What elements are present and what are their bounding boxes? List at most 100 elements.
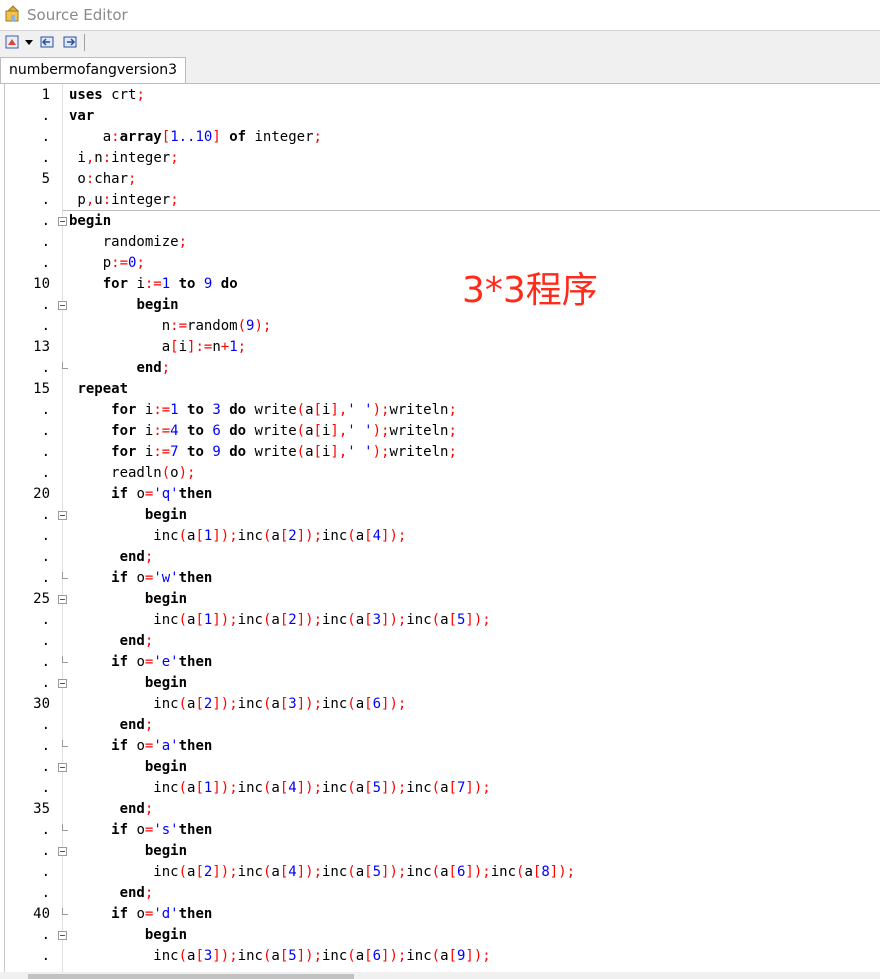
token-sym: [ — [364, 780, 373, 796]
token-var: a — [305, 444, 314, 460]
edit-icon[interactable] — [4, 34, 20, 50]
code-line[interactable]: . end; — [0, 547, 880, 568]
code-line[interactable]: . inc(a[1]);inc(a[2]);inc(a[4]); — [0, 526, 880, 547]
token-num: 3 — [288, 696, 297, 712]
token-sym: [ — [364, 948, 373, 964]
token-kw: begin — [136, 297, 179, 313]
token-var: o — [128, 654, 145, 670]
fold-toggle[interactable] — [58, 931, 67, 940]
token-kw: if — [111, 738, 129, 754]
token-var: o — [69, 171, 86, 187]
token-kw: do — [229, 423, 247, 439]
next-icon[interactable] — [62, 34, 78, 50]
horizontal-scroll-thumb[interactable] — [28, 974, 354, 979]
fold-toggle[interactable] — [58, 217, 67, 226]
code-line[interactable]: . readln(o); — [0, 463, 880, 484]
line-number: 13 — [33, 339, 50, 355]
code-line[interactable]: 1 uses crt; — [0, 85, 880, 106]
code-editor[interactable]: 1 uses crt;. var. a:array[1..10] of intege… — [0, 84, 880, 979]
code-line[interactable]: . begin — [0, 295, 880, 316]
fold-toggle[interactable] — [58, 595, 67, 604]
code-line[interactable]: . for i:=4 to 6 do write(a[i],' ');write… — [0, 421, 880, 442]
code-line[interactable]: 5 o:char; — [0, 169, 880, 190]
code-line[interactable]: . for i:=7 to 9 do write(a[i],' ');write… — [0, 442, 880, 463]
code-line[interactable]: 13 a[i]:=n+1; — [0, 337, 880, 358]
code-line[interactable]: . begin — [0, 925, 880, 946]
token-sym: ) — [372, 444, 382, 460]
fold-toggle[interactable] — [58, 301, 67, 310]
token-sym: ; — [229, 864, 238, 880]
fold-toggle[interactable] — [58, 511, 67, 520]
code-line[interactable]: . end; — [0, 883, 880, 904]
fold-toggle[interactable] — [58, 763, 67, 772]
tab-numbermofangversion3[interactable]: numbermofangversion3 — [0, 57, 187, 83]
code-line[interactable]: . i,n:integer; — [0, 148, 880, 169]
code-line[interactable]: . inc(a[1]);inc(a[4]);inc(a[5]);inc(a[7]… — [0, 778, 880, 799]
token-sym: ] — [330, 444, 339, 460]
code-text: end; — [69, 358, 170, 379]
token-sym: [ — [195, 864, 204, 880]
code-line[interactable]: . begin — [0, 211, 880, 232]
prev-icon[interactable] — [39, 34, 55, 50]
token-var: o — [128, 906, 145, 922]
token-sym: := — [153, 444, 171, 460]
dropdown-arrow-icon[interactable] — [23, 34, 35, 50]
code-line[interactable]: . begin — [0, 505, 880, 526]
code-line[interactable]: . for i:=1 to 3 do write(a[i],' ');write… — [0, 400, 880, 421]
app-icon — [5, 5, 20, 22]
token-sym: ) — [220, 612, 230, 628]
token-sym: [ — [279, 780, 289, 796]
token-kw: if — [111, 486, 129, 502]
fold-toggle[interactable] — [58, 679, 67, 688]
code-line[interactable]: . if o='a'then — [0, 736, 880, 757]
code-line[interactable]: 30 inc(a[2]);inc(a[3]);inc(a[6]); — [0, 694, 880, 715]
code-line[interactable]: . end; — [0, 358, 880, 379]
code-line[interactable]: . begin — [0, 673, 880, 694]
code-line[interactable]: . end; — [0, 631, 880, 652]
fold-toggle[interactable] — [58, 847, 67, 856]
token-var: write — [246, 444, 297, 460]
code-text: begin — [69, 589, 187, 610]
token-kw: then — [178, 822, 213, 838]
code-line[interactable]: 35 end; — [0, 799, 880, 820]
code-line[interactable]: . inc(a[3]);inc(a[5]);inc(a[6]);inc(a[9]… — [0, 946, 880, 967]
fold-end-marker — [62, 908, 68, 915]
code-line[interactable]: 25 begin — [0, 589, 880, 610]
code-line[interactable]: 10 for i:=1 to 9 do — [0, 274, 880, 295]
code-line[interactable]: . begin — [0, 841, 880, 862]
token-var: inc — [322, 864, 348, 880]
code-line[interactable]: . var — [0, 106, 880, 127]
token-var — [170, 276, 178, 292]
token-var: inc — [69, 780, 179, 796]
token-num: 2 — [288, 612, 297, 628]
token-str: ' ' — [347, 402, 373, 418]
line-number: . — [41, 108, 50, 124]
code-line[interactable]: . if o='e'then — [0, 652, 880, 673]
token-kw: end — [119, 717, 145, 733]
code-line[interactable]: . randomize; — [0, 232, 880, 253]
token-var: i — [178, 339, 188, 355]
token-sym: ; — [144, 885, 154, 901]
token-var: writeln — [389, 402, 449, 418]
code-line[interactable]: . if o='w'then — [0, 568, 880, 589]
code-line[interactable]: 40 if o='d'then — [0, 904, 880, 925]
token-var: inc — [322, 696, 348, 712]
code-line[interactable]: . n:=random(9); — [0, 316, 880, 337]
token-sym: [ — [279, 948, 289, 964]
code-line[interactable]: 15 repeat — [0, 379, 880, 400]
code-line[interactable]: 20 if o='q'then — [0, 484, 880, 505]
code-line[interactable]: . a:array[1..10] of integer; — [0, 127, 880, 148]
token-sym: ) — [389, 696, 398, 712]
code-line[interactable]: . begin — [0, 757, 880, 778]
token-sym: ) — [220, 948, 230, 964]
token-var: inc — [237, 612, 263, 628]
token-num: 1 — [170, 402, 179, 418]
token-kw: end — [119, 801, 145, 817]
code-line[interactable]: . p:=0; — [0, 253, 880, 274]
code-line[interactable]: . p,u:integer; — [0, 190, 880, 211]
code-line[interactable]: . if o='s'then — [0, 820, 880, 841]
code-line[interactable]: . inc(a[2]);inc(a[4]);inc(a[5]);inc(a[6]… — [0, 862, 880, 883]
code-line[interactable]: . end; — [0, 715, 880, 736]
token-var: p — [69, 255, 112, 271]
code-line[interactable]: . inc(a[1]);inc(a[2]);inc(a[3]);inc(a[5]… — [0, 610, 880, 631]
